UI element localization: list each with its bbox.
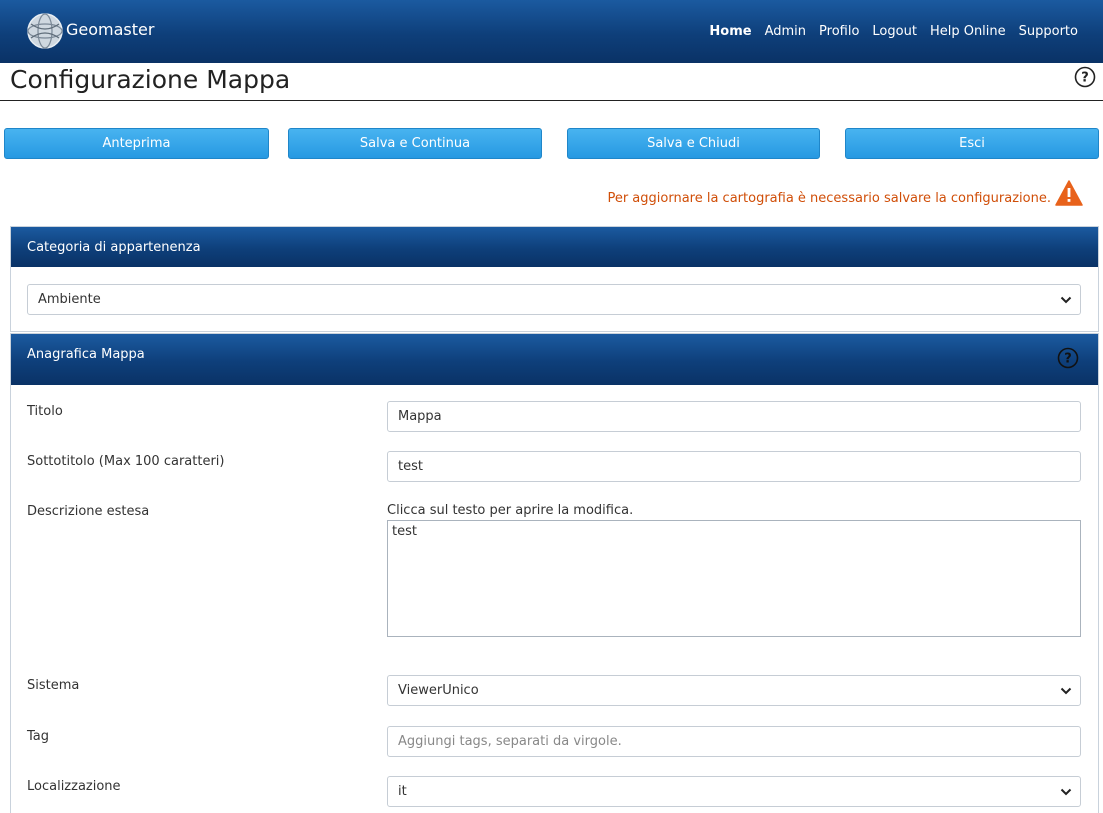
page-title: Configurazione Mappa: [10, 65, 291, 94]
category-select[interactable]: Ambiente: [27, 284, 1081, 315]
map-info-panel-title: Anagrafica Mappa: [27, 347, 145, 362]
descrizione-hint: Clicca sul testo per aprire la modifica.: [387, 503, 634, 518]
descrizione-textarea[interactable]: test: [387, 520, 1081, 637]
sistema-select-value: ViewerUnico: [398, 683, 479, 698]
svg-text:?: ?: [1064, 352, 1072, 367]
nav-help-online[interactable]: Help Online: [930, 24, 1006, 39]
sistema-label: Sistema: [27, 678, 80, 693]
nav-admin[interactable]: Admin: [765, 24, 806, 39]
chevron-down-icon: [1060, 687, 1072, 695]
tag-input[interactable]: Aggiungi tags, separati da virgole.: [387, 726, 1081, 757]
localizzazione-select-value: it: [398, 784, 407, 799]
warning-message: Per aggiornare la cartografia è necessar…: [607, 191, 1051, 206]
tag-input-placeholder: Aggiungi tags, separati da virgole.: [398, 734, 622, 749]
tag-label: Tag: [27, 729, 50, 744]
nav-supporto[interactable]: Supporto: [1019, 24, 1078, 39]
descrizione-label: Descrizione estesa: [27, 504, 150, 519]
save-close-button[interactable]: Salva e Chiudi: [567, 128, 820, 159]
category-panel-header: Categoria di appartenenza: [11, 227, 1098, 267]
preview-button[interactable]: Anteprima: [4, 128, 269, 159]
localizzazione-select[interactable]: it: [387, 776, 1081, 807]
globe-logo-icon[interactable]: [26, 12, 64, 50]
svg-text:?: ?: [1081, 71, 1089, 86]
chevron-down-icon: [1060, 296, 1072, 304]
category-panel-title: Categoria di appartenenza: [27, 240, 201, 255]
top-navbar: Geomaster Home Admin Profilo Logout Help…: [0, 0, 1103, 63]
titolo-input[interactable]: Mappa: [387, 401, 1081, 432]
main-nav: Home Admin Profilo Logout Help Online Su…: [709, 24, 1078, 39]
localizzazione-label: Localizzazione: [27, 779, 121, 794]
title-divider: [0, 100, 1103, 101]
sottotitolo-input[interactable]: test: [387, 451, 1081, 482]
sottotitolo-label: Sottotitolo (Max 100 caratteri): [27, 454, 225, 469]
save-continue-button[interactable]: Salva e Continua: [288, 128, 542, 159]
help-icon[interactable]: ?: [1057, 347, 1079, 369]
nav-profilo[interactable]: Profilo: [819, 24, 859, 39]
chevron-down-icon: [1060, 788, 1072, 796]
map-info-panel-header: Anagrafica Mappa ?: [11, 334, 1098, 385]
category-select-value: Ambiente: [38, 292, 101, 307]
sistema-select[interactable]: ViewerUnico: [387, 675, 1081, 706]
exit-button[interactable]: Esci: [845, 128, 1099, 159]
warning-icon: [1055, 180, 1083, 206]
titolo-label: Titolo: [27, 404, 63, 419]
nav-home[interactable]: Home: [709, 24, 751, 39]
help-icon[interactable]: ?: [1074, 66, 1096, 88]
nav-logout[interactable]: Logout: [872, 24, 917, 39]
brand-name[interactable]: Geomaster: [66, 20, 154, 39]
category-panel: Categoria di appartenenza Ambiente: [10, 226, 1099, 332]
